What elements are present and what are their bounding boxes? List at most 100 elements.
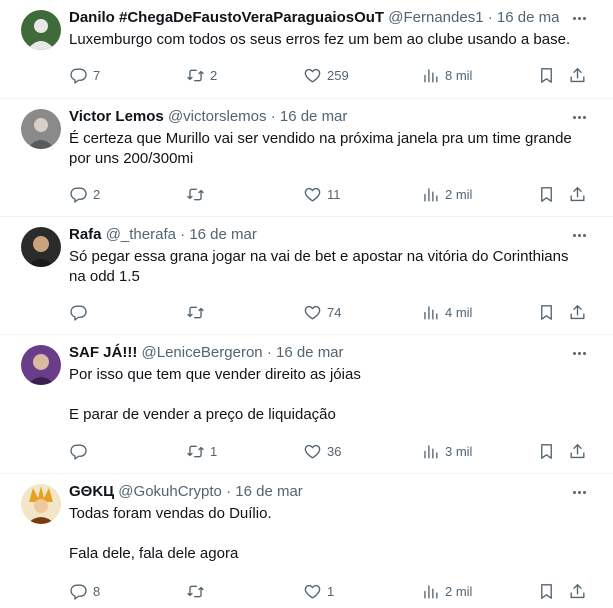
retweet-icon [187, 188, 204, 200]
tweet-date[interactable]: 16 de mar [276, 344, 344, 361]
retweet-button[interactable] [186, 182, 210, 206]
avatar[interactable] [21, 109, 61, 149]
views-icon [424, 305, 438, 320]
tweet-actions: 2 11 2 mil [0, 182, 613, 206]
bookmark-button[interactable] [537, 182, 556, 206]
display-name[interactable]: SAF JÁ!!! [69, 344, 137, 361]
views-count: 3 mil [445, 443, 473, 459]
retweet-icon [187, 445, 204, 457]
separator-dot: · [226, 483, 232, 500]
views-button[interactable]: 8 mil [421, 63, 472, 87]
tweet-header: SAF JÁ!!! @LeniceBergeron · 16 de mar [69, 343, 559, 363]
tweet-date[interactable]: 16 de mar [280, 108, 348, 125]
tweet-header: Victor Lemos @victorslemos · 16 de mar [69, 107, 559, 127]
reply-feed: Danilo #ChegaDeFaustoVeraParaguaiosOuT @… [0, 0, 613, 608]
like-icon [304, 68, 321, 83]
like-count: 11 [327, 186, 341, 202]
tweet-actions: 8 1 2 mil [0, 579, 613, 603]
tweet-paragraph: É certeza que Murillo vai ser vendido na… [69, 130, 572, 167]
reply-button[interactable] [69, 300, 93, 324]
more-icon[interactable] [569, 484, 589, 500]
tweet-paragraph: Fala dele, fala dele agora [69, 545, 239, 562]
views-count: 2 mil [445, 583, 473, 599]
views-count: 2 mil [445, 186, 473, 202]
tweet-date[interactable]: 16 de mar [235, 483, 303, 500]
reply-button[interactable] [69, 439, 93, 463]
tweet[interactable]: GΘKЦ @GokuhCrypto · 16 de mar Todas fora… [0, 474, 613, 608]
avatar[interactable] [21, 484, 61, 524]
views-icon [424, 584, 438, 599]
like-count: 1 [327, 583, 335, 599]
bookmark-button[interactable] [537, 579, 556, 603]
like-button[interactable]: 74 [303, 300, 341, 324]
display-name[interactable]: Rafa [69, 226, 102, 243]
share-button[interactable] [568, 579, 587, 603]
like-button[interactable]: 1 [303, 579, 334, 603]
tweet-header: GΘKЦ @GokuhCrypto · 16 de mar [69, 482, 559, 502]
like-icon [304, 584, 321, 599]
bookmark-button[interactable] [537, 63, 556, 87]
reply-button[interactable]: 8 [69, 579, 100, 603]
user-handle[interactable]: @victorslemos [168, 108, 267, 125]
more-icon[interactable] [569, 10, 589, 26]
tweet-paragraph: Só pegar essa grana jogar na vai de bet … [69, 248, 569, 285]
tweet-paragraph: E parar de vender a preço de liquidação [69, 406, 336, 423]
bookmark-button[interactable] [537, 439, 556, 463]
separator-dot: · [270, 108, 276, 125]
avatar[interactable] [21, 10, 61, 50]
share-button[interactable] [568, 439, 587, 463]
more-icon[interactable] [569, 227, 589, 243]
separator-dot: · [266, 344, 272, 361]
tweet-text: É certeza que Murillo vai ser vendido na… [69, 129, 589, 169]
bookmark-button[interactable] [537, 300, 556, 324]
tweet-text: Todas foram vendas do Duílio. Fala dele,… [69, 504, 589, 564]
avatar[interactable] [21, 345, 61, 385]
more-icon[interactable] [569, 109, 589, 125]
tweet[interactable]: SAF JÁ!!! @LeniceBergeron · 16 de mar Po… [0, 335, 613, 474]
views-icon [424, 444, 438, 459]
more-icon[interactable] [569, 345, 589, 361]
views-button[interactable]: 2 mil [421, 182, 472, 206]
views-button[interactable]: 3 mil [421, 439, 472, 463]
user-handle[interactable]: @_therafa [106, 226, 176, 243]
like-icon [304, 187, 321, 202]
share-button[interactable] [568, 300, 587, 324]
like-icon [304, 305, 321, 320]
share-button[interactable] [568, 63, 587, 87]
retweet-button[interactable] [186, 300, 210, 324]
like-button[interactable]: 11 [303, 182, 341, 206]
tweet[interactable]: Rafa @_therafa · 16 de mar Só pegar essa… [0, 217, 613, 335]
user-handle[interactable]: @Fernandes1 [388, 9, 483, 26]
reply-button[interactable]: 7 [69, 63, 100, 87]
user-handle[interactable]: @LeniceBergeron [142, 344, 263, 361]
retweet-button[interactable]: 2 [186, 63, 217, 87]
reply-icon [70, 186, 87, 203]
display-name[interactable]: GΘKЦ [69, 483, 114, 500]
views-count: 8 mil [445, 67, 473, 83]
user-handle[interactable]: @GokuhCrypto [118, 483, 222, 500]
reply-count: 2 [93, 186, 101, 202]
display-name[interactable]: Danilo #ChegaDeFaustoVeraParaguaiosOuT [69, 9, 384, 26]
tweet-date[interactable]: 16 de mar [189, 226, 257, 243]
share-icon [570, 583, 585, 598]
like-button[interactable]: 259 [303, 63, 349, 87]
share-button[interactable] [568, 182, 587, 206]
views-button[interactable]: 4 mil [421, 300, 472, 324]
separator-dot: · [180, 226, 186, 243]
share-icon [570, 443, 585, 458]
tweet[interactable]: Victor Lemos @victorslemos · 16 de mar É… [0, 99, 613, 217]
like-count: 36 [327, 443, 342, 459]
retweet-icon [187, 585, 204, 597]
retweet-button[interactable] [186, 579, 210, 603]
tweet-paragraph: Por isso que tem que vender direito as j… [69, 366, 361, 383]
tweet-date[interactable]: 16 de mar [497, 9, 559, 26]
retweet-button[interactable]: 1 [186, 439, 217, 463]
tweet[interactable]: Danilo #ChegaDeFaustoVeraParaguaiosOuT @… [0, 0, 613, 99]
reply-button[interactable]: 2 [69, 182, 100, 206]
bookmark-icon [541, 443, 552, 459]
views-button[interactable]: 2 mil [421, 579, 472, 603]
avatar[interactable] [21, 227, 61, 267]
display-name[interactable]: Victor Lemos [69, 108, 164, 125]
retweet-count: 2 [210, 67, 218, 83]
like-button[interactable]: 36 [303, 439, 341, 463]
